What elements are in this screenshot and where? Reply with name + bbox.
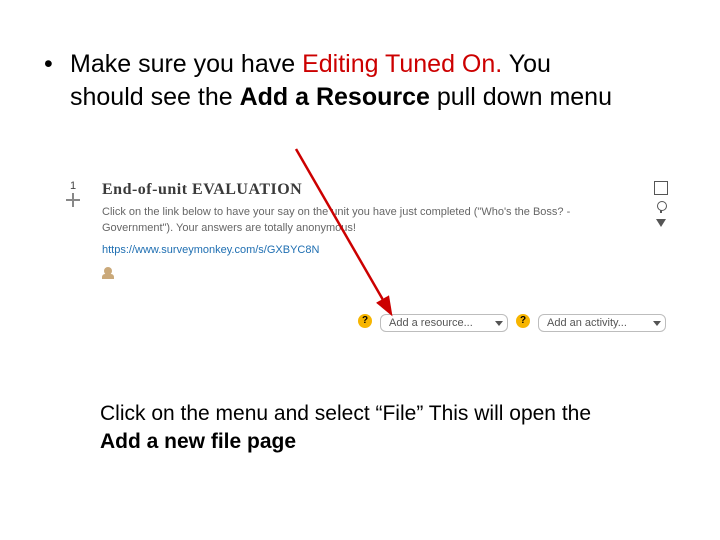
moodle-section-screenshot: 1 End-of-unit EVALUATION Click on the li…	[50, 175, 680, 340]
chevron-down-icon	[653, 321, 661, 326]
instruction-bold: Add a new file page	[100, 430, 296, 453]
move-handle-icon[interactable]	[66, 193, 80, 207]
section-description: Click on the link below to have your say…	[102, 205, 622, 237]
highlight-section-icon[interactable]	[654, 181, 668, 195]
show-hide-icon[interactable]	[655, 201, 667, 213]
instruction-text: Click on the menu and select “File” This…	[100, 400, 620, 457]
slide: • Make sure you have Editing Tuned On. Y…	[0, 0, 720, 540]
add-menus-row: ? Add a resource... ? Add an activity...	[50, 314, 680, 332]
move-down-icon[interactable]	[656, 219, 666, 227]
instruction-part1: Click on the menu and select “File” This…	[100, 402, 591, 425]
bullet-marker: •	[44, 48, 53, 81]
section-title: End-of-unit EVALUATION	[102, 181, 302, 199]
add-resource-label: Add a resource...	[389, 317, 489, 329]
help-icon[interactable]: ?	[358, 314, 372, 328]
help-icon[interactable]: ?	[516, 314, 530, 328]
section-edit-icons	[654, 181, 668, 227]
section-number: 1	[70, 180, 76, 192]
add-activity-label: Add an activity...	[547, 317, 647, 329]
chevron-down-icon	[495, 321, 503, 326]
forum-icon[interactable]	[102, 267, 116, 279]
bullet-part1: Make sure you have	[70, 50, 302, 78]
bullet-part3: pull down menu	[430, 83, 612, 111]
bullet-text: • Make sure you have Editing Tuned On. Y…	[70, 48, 630, 113]
add-activity-dropdown[interactable]: Add an activity...	[538, 314, 666, 332]
survey-link[interactable]: https://www.surveymonkey.com/s/GXBYC8N	[102, 244, 319, 256]
bullet-bold-add: Add a Resource	[240, 83, 430, 111]
bullet-editing-highlight: Editing Tuned On	[302, 50, 495, 78]
bullet-period: .	[495, 50, 508, 78]
add-resource-dropdown[interactable]: Add a resource...	[380, 314, 508, 332]
